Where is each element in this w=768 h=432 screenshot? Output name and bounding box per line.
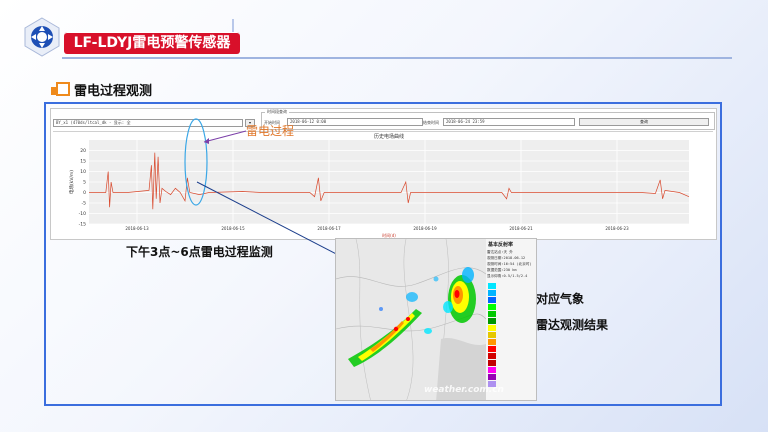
label-pointer-line xyxy=(203,130,247,143)
radar-info-line: 显示仰角:0.5/1.5/2.4 xyxy=(487,274,528,278)
radar-color-swatch xyxy=(488,374,496,380)
radar-watermark: weather.com.cn xyxy=(424,385,504,395)
radar-color-swatch xyxy=(488,360,496,366)
highlight-ellipse xyxy=(184,118,208,206)
radar-color-swatch xyxy=(488,325,496,331)
monitoring-caption: 下午3点~6点雷电过程监测 xyxy=(126,245,273,259)
radar-image: 基本反射率 雷达站点:天 外观测日期:2018-06-12 观测时间:16:54 … xyxy=(335,238,537,401)
radar-color-swatch xyxy=(488,297,496,303)
radar-color-swatch xyxy=(488,283,496,289)
radar-legend-panel: 基本反射率 雷达站点:天 外观测日期:2018-06-12 观测时间:16:54 … xyxy=(486,239,536,400)
radar-color-swatch xyxy=(488,318,496,324)
radar-color-swatch xyxy=(488,353,496,359)
radar-color-swatch xyxy=(488,346,496,352)
radar-color-swatch xyxy=(488,367,496,373)
radar-color-swatch xyxy=(488,311,496,317)
radar-product-title: 基本反射率 xyxy=(488,242,514,248)
radar-color-swatch xyxy=(488,339,496,345)
radar-color-swatch xyxy=(488,304,496,310)
radar-color-swatch xyxy=(488,290,496,296)
radar-caption-line2: 雷达观测结果 xyxy=(536,318,609,332)
radar-caption-line1: 对应气象 xyxy=(536,292,585,306)
radar-color-swatch xyxy=(488,332,496,338)
lightning-process-label: 雷电过程 xyxy=(246,124,295,138)
